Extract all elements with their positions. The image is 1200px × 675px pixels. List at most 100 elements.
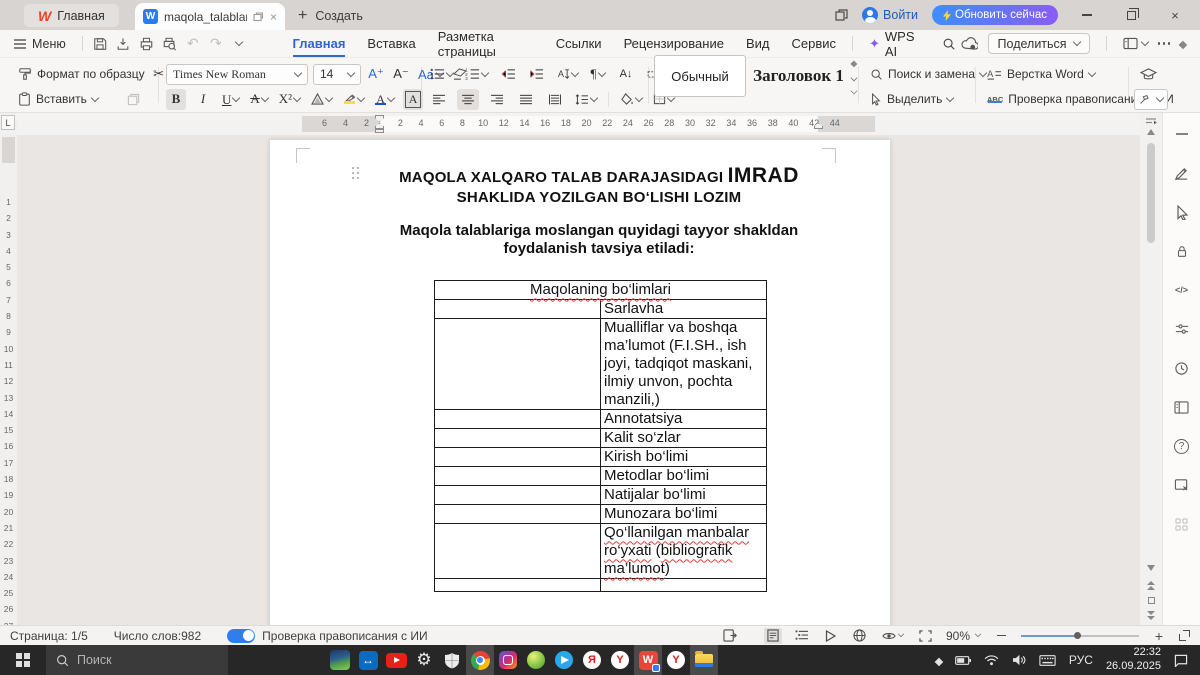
- shading-fill-button[interactable]: [618, 89, 644, 110]
- tab-insert[interactable]: Вставка: [357, 31, 425, 56]
- taskbar-app-game[interactable]: [326, 645, 354, 675]
- taskbar-app-yandex-browser-2[interactable]: Y: [662, 645, 690, 675]
- tab-close-icon[interactable]: ×: [270, 10, 277, 24]
- highlight-button[interactable]: [341, 89, 366, 110]
- paste-button[interactable]: Вставить: [14, 88, 102, 110]
- font-name-select[interactable]: Times New Roman: [166, 64, 308, 85]
- play-view-icon[interactable]: [822, 628, 840, 644]
- taskbar-app-wps[interactable]: W: [634, 645, 662, 675]
- select-tool-icon[interactable]: [1173, 203, 1191, 221]
- scrollbar-thumb[interactable]: [1147, 143, 1155, 243]
- find-replace-button[interactable]: Поиск и замена: [866, 63, 990, 85]
- taskbar-app-yandex[interactable]: Я: [578, 645, 606, 675]
- document-page[interactable]: MAQOLA XALQARO TALAB DARAJASIDAGI IMRAD …: [270, 140, 890, 625]
- task-pane-icon[interactable]: [721, 628, 739, 644]
- app-home-tab[interactable]: W Главная: [24, 4, 119, 27]
- increase-font-icon[interactable]: A⁺: [366, 64, 386, 85]
- bold-button[interactable]: B: [166, 89, 186, 110]
- taskbar-app-green[interactable]: [522, 645, 550, 675]
- gallery-down-icon[interactable]: [851, 74, 858, 81]
- line-spacing-button[interactable]: [573, 89, 599, 110]
- menu-button[interactable]: Меню: [0, 37, 76, 51]
- char-shading-button[interactable]: [309, 89, 334, 110]
- courses-icon[interactable]: [1138, 64, 1159, 85]
- format-painter-button[interactable]: Формат по образцу: [14, 63, 149, 85]
- zoom-slider-knob[interactable]: [1074, 632, 1081, 639]
- zoom-in-button[interactable]: +: [1150, 628, 1168, 644]
- apps-grid-icon[interactable]: [1173, 515, 1191, 533]
- taskbar-app-settings[interactable]: ⚙: [410, 645, 438, 675]
- tab-references[interactable]: Ссылки: [546, 31, 612, 56]
- undo-button[interactable]: ↶: [181, 33, 204, 55]
- scroll-up-icon[interactable]: [1147, 129, 1155, 135]
- taskbar-app-telegram[interactable]: [550, 645, 578, 675]
- strikethrough-button[interactable]: A: [248, 89, 269, 110]
- numbered-list-button[interactable]: 123: [463, 64, 490, 85]
- taskbar-app-chrome[interactable]: [466, 645, 494, 675]
- ai-spellcheck-toggle[interactable]: [227, 629, 255, 643]
- horizontal-ruler[interactable]: 642 246810121416182022242628303234363840…: [17, 113, 1162, 135]
- decrease-indent-icon[interactable]: [498, 64, 518, 85]
- doc-table[interactable]: Maqolaning bo‘limlari Sarlavha Muallifla…: [434, 280, 767, 592]
- word-layout-button[interactable]: A Верстка Word: [983, 63, 1099, 85]
- style-heading1[interactable]: Заголовок 1: [746, 55, 851, 97]
- focus-mode-icon[interactable]: [917, 628, 935, 644]
- justify-button[interactable]: [515, 89, 537, 110]
- tab-wps-ai[interactable]: ✦ WPS AI: [859, 29, 937, 59]
- copy-icon[interactable]: [124, 89, 144, 110]
- superscript-button[interactable]: X²: [277, 89, 302, 110]
- tab-tools[interactable]: Сервис: [781, 31, 846, 56]
- tab-home[interactable]: Главная: [283, 31, 356, 56]
- zoom-level-button[interactable]: 90%: [946, 629, 981, 643]
- language-indicator[interactable]: РУС: [1069, 653, 1093, 667]
- next-page-icon[interactable]: [1147, 611, 1155, 621]
- fullscreen-icon[interactable]: [1179, 630, 1190, 641]
- document-area[interactable]: MAQOLA XALQARO TALAB DARAJASIDAGI IMRAD …: [17, 135, 1140, 625]
- volume-icon[interactable]: [1012, 654, 1026, 666]
- word-count[interactable]: Число слов:982: [114, 629, 201, 643]
- align-left-button[interactable]: [428, 89, 450, 110]
- redo-button[interactable]: ↷: [204, 33, 227, 55]
- collapse-panel-icon[interactable]: [1173, 125, 1191, 143]
- taskbar-app-youtube[interactable]: [382, 645, 410, 675]
- zoom-slider[interactable]: [1021, 635, 1139, 637]
- cloud-sync-icon[interactable]: [961, 37, 978, 50]
- web-view-icon[interactable]: [851, 628, 869, 644]
- taskbar-app-instagram[interactable]: [494, 645, 522, 675]
- select-button[interactable]: Выделить: [866, 88, 957, 110]
- clock[interactable]: 22:32 26.09.2025: [1106, 646, 1161, 674]
- ribbon-search-icon[interactable]: [937, 33, 960, 55]
- lock-icon[interactable]: [1173, 242, 1191, 260]
- taskbar-app-teamviewer[interactable]: ↔: [354, 645, 382, 675]
- start-button[interactable]: [0, 645, 46, 675]
- document-tab[interactable]: W maqola_talablari.docx ×: [135, 3, 285, 30]
- export-pdf-button[interactable]: [112, 33, 135, 55]
- ruler-toggle-icon[interactable]: [1145, 116, 1157, 126]
- action-center-icon[interactable]: [1174, 654, 1188, 667]
- bullet-list-button[interactable]: [428, 64, 455, 85]
- pen-edit-icon[interactable]: [1173, 164, 1191, 182]
- vertical-ruler[interactable]: L 12345678910111213141516171819202122232…: [0, 113, 17, 625]
- navigation-pane-icon[interactable]: [1173, 398, 1191, 416]
- style-normal[interactable]: Обычный: [654, 55, 746, 97]
- previous-page-icon[interactable]: [1147, 581, 1155, 591]
- share-button[interactable]: Поделиться: [988, 33, 1090, 54]
- taskbar-search[interactable]: Поиск: [46, 645, 228, 675]
- print-preview-button[interactable]: [158, 33, 181, 55]
- increase-indent-icon[interactable]: [526, 64, 546, 85]
- collapse-ribbon-icon[interactable]: [1179, 41, 1187, 49]
- code-field-icon[interactable]: </>: [1173, 281, 1191, 299]
- wifi-icon[interactable]: [984, 655, 999, 666]
- text-direction-button[interactable]: A: [554, 64, 580, 85]
- select-browse-object-icon[interactable]: [1148, 597, 1155, 604]
- distribute-button[interactable]: [544, 89, 566, 110]
- font-size-select[interactable]: 14: [313, 64, 361, 85]
- settings-sliders-icon[interactable]: [1173, 320, 1191, 338]
- font-color-button[interactable]: A: [373, 89, 396, 110]
- underline-button[interactable]: U: [220, 89, 241, 110]
- close-button[interactable]: ×: [1160, 0, 1190, 30]
- hidden-icons-chevron[interactable]: [936, 656, 942, 665]
- left-indent-marker[interactable]: [375, 129, 384, 133]
- more-options-icon[interactable]: [1158, 42, 1171, 45]
- switch-interface-icon[interactable]: [1123, 37, 1148, 50]
